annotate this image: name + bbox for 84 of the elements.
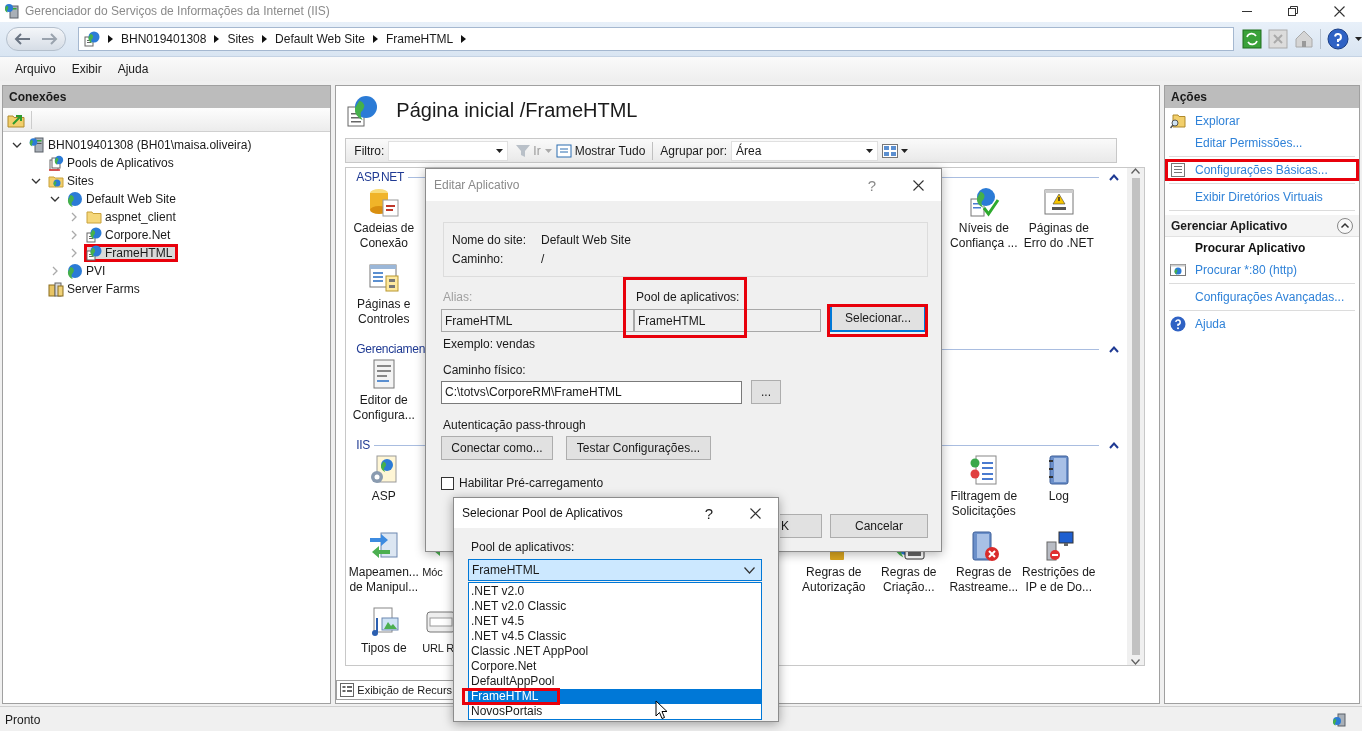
- tree-item[interactable]: PVI: [65, 262, 108, 280]
- menu-item[interactable]: Ajuda: [109, 62, 157, 76]
- group-by-dropdown[interactable]: Área: [731, 140, 879, 161]
- address-field[interactable]: BHN019401308 Sites Default Web Site FrameHTML: [78, 26, 1234, 51]
- help-button[interactable]: ?: [686, 504, 732, 522]
- test-settings-button[interactable]: Testar Configurações...: [566, 436, 711, 460]
- cancel-button[interactable]: Cancelar: [830, 514, 928, 538]
- status-text: Pronto: [5, 713, 41, 727]
- pool-label: Pool de aplicativos:: [635, 290, 741, 304]
- feature-item[interactable]: Restrições de IP e de Do...: [1021, 530, 1097, 606]
- feature-item[interactable]: Mapeamen... de Manipul...: [346, 530, 422, 606]
- panel-title: Conexões: [3, 86, 331, 108]
- action-link[interactable]: Exibir Diretórios Virtuais: [1165, 186, 1359, 208]
- dropdown-option[interactable]: NovosPortais: [469, 704, 761, 719]
- action-link[interactable]: Editar Permissões...: [1165, 132, 1359, 154]
- tree-item[interactable]: Server Farms: [46, 280, 142, 298]
- dropdown-option[interactable]: .NET v4.5: [469, 614, 761, 629]
- field-label: Pool de aplicativos:: [471, 540, 576, 554]
- group-heading: ASP.NET: [355, 170, 405, 184]
- help-button[interactable]: ?: [849, 176, 895, 194]
- tree-item[interactable]: Corpore.Net: [84, 226, 173, 244]
- checkbox-label: Habilitar Pré-carregamento: [459, 476, 604, 490]
- feature-item[interactable]: URL R: [421, 606, 457, 665]
- tree-item[interactable]: Pools de Aplicativos: [46, 154, 176, 172]
- field-value: /: [541, 251, 546, 266]
- dropdown-option[interactable]: Classic .NET AppPool: [469, 644, 761, 659]
- alias-label: Alias:: [442, 290, 474, 304]
- dropdown-option[interactable]: .NET v4.5 Classic: [469, 629, 761, 644]
- action-link[interactable]: Explorar: [1165, 110, 1359, 132]
- tree-item[interactable]: FrameHTML: [84, 244, 179, 262]
- action-link[interactable]: Procurar *:80 (http): [1165, 259, 1359, 281]
- pool-dropdown[interactable]: FrameHTML: [468, 559, 762, 581]
- dialog-title: Selecionar Pool de Aplicativos: [462, 506, 624, 520]
- pool-field: FrameHTML: [634, 309, 821, 332]
- feature-item[interactable]: Páginas e Controles: [346, 262, 422, 338]
- feature-item[interactable]: Cadeias de Conexão: [346, 186, 422, 262]
- group-heading: IIS: [355, 438, 372, 452]
- breadcrumb-item[interactable]: Default Web Site: [275, 31, 365, 46]
- breadcrumb-item[interactable]: FrameHTML: [385, 31, 454, 46]
- hint-text: Exemplo: vendas: [442, 337, 537, 351]
- browse-button[interactable]: ...: [751, 380, 781, 404]
- dropdown-option[interactable]: .NET v2.0 Classic: [469, 599, 761, 614]
- feature-item[interactable]: Editor de Configura...: [346, 358, 422, 434]
- field-value: Default Web Site: [541, 233, 632, 248]
- dropdown-option[interactable]: DefaultAppPool: [469, 674, 761, 689]
- tree-item[interactable]: aspnet_client: [84, 208, 178, 226]
- dropdown-option[interactable]: FrameHTML: [469, 689, 761, 704]
- field-label: Caminho:: [452, 251, 505, 266]
- panel-title: Ações: [1165, 86, 1359, 108]
- window-title: Gerenciador do Serviços de Informações da Internet (IIS): [25, 4, 330, 18]
- dropdown-option[interactable]: .NET v2.0: [469, 584, 761, 599]
- feature-item[interactable]: Filtragem de Solicitações: [946, 454, 1022, 530]
- show-all-button[interactable]: Mostrar Tudo: [555, 142, 646, 159]
- page-title: Página inicial /FrameHTML: [396, 99, 638, 122]
- tree-item[interactable]: Default Web Site: [65, 190, 178, 208]
- group-heading: Gerenciamen: [355, 342, 427, 356]
- group-by-label: Agrupar por:: [660, 143, 728, 158]
- ok-button[interactable]: K: [780, 514, 822, 538]
- filter-label: Filtro:: [354, 143, 385, 158]
- dialog-title: Editar Aplicativo: [434, 178, 521, 192]
- feature-item[interactable]: Regras de Rastreame...: [946, 530, 1022, 606]
- field-label: Nome do site:: [452, 233, 528, 248]
- section-label: Autenticação pass-through: [442, 418, 587, 432]
- feature-item[interactable]: Páginas de Erro do .NET: [1021, 186, 1097, 262]
- action-link[interactable]: Ajuda: [1165, 313, 1359, 335]
- feature-item[interactable]: Tipos de: [346, 606, 422, 665]
- feature-item[interactable]: Níveis de Confiança ...: [946, 186, 1022, 262]
- dropdown-option[interactable]: Corpore.Net: [469, 659, 761, 674]
- path-field[interactable]: C:\totvs\CorporeRM\FrameHTML: [441, 380, 742, 404]
- action-heading: Procurar Aplicativo: [1194, 240, 1307, 257]
- alias-field[interactable]: FrameHTML: [441, 309, 634, 332]
- feature-item[interactable]: Log: [1021, 454, 1097, 530]
- menu-item[interactable]: Exibir: [63, 62, 110, 76]
- breadcrumb-item[interactable]: BHN019401308: [121, 31, 207, 46]
- tree-item[interactable]: Sites: [46, 172, 96, 190]
- action-link[interactable]: Configurações Avançadas...: [1165, 286, 1359, 308]
- tree-item[interactable]: BHN019401308 (BH01\maisa.oliveira): [27, 136, 254, 154]
- feature-item[interactable]: ASP: [346, 454, 422, 530]
- breadcrumb-item[interactable]: Sites: [227, 31, 255, 46]
- action-link[interactable]: Configurações Básicas...: [1165, 159, 1359, 181]
- section-heading: Gerenciar Aplicativo: [1171, 218, 1288, 233]
- menu-item[interactable]: Arquivo: [7, 62, 64, 76]
- connect-as-button[interactable]: Conectar como...: [441, 436, 553, 460]
- field-label: Caminho físico:: [442, 363, 527, 377]
